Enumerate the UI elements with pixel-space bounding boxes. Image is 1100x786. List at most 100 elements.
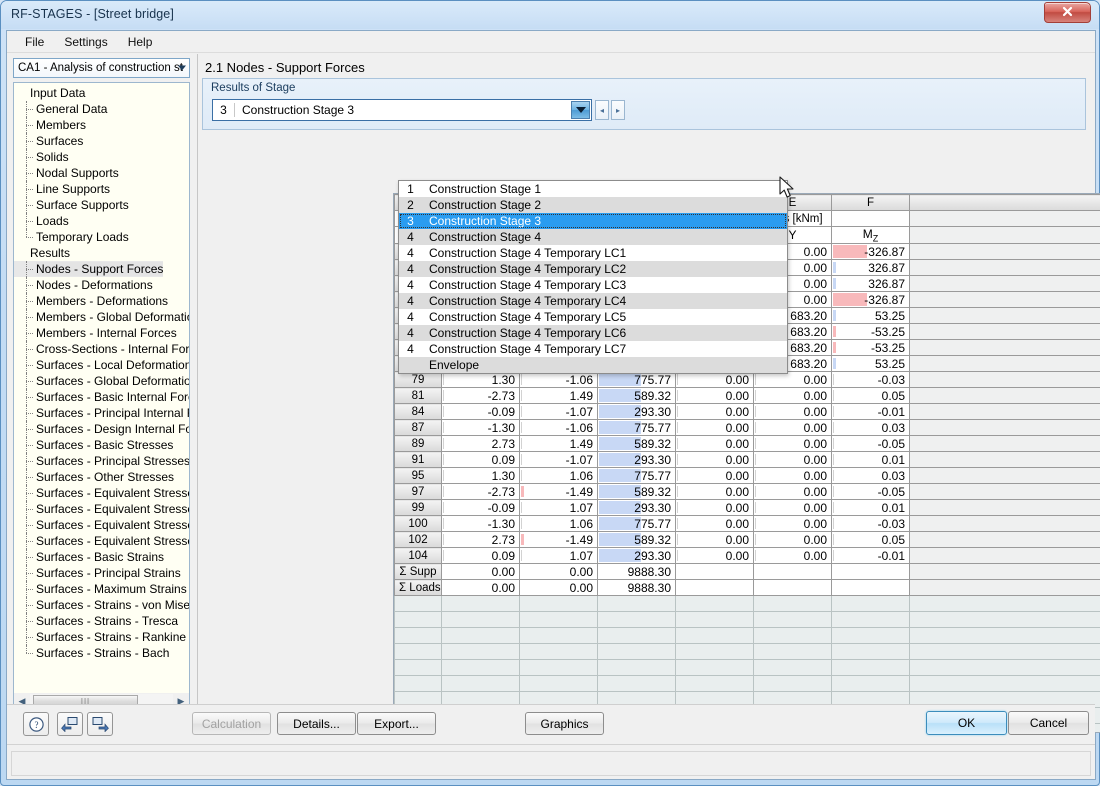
dropdown-item[interactable]: Envelope bbox=[399, 357, 787, 373]
tree-item-nodes-support-forces[interactable]: Nodes - Support Forces bbox=[14, 261, 164, 277]
menu-settings[interactable]: Settings bbox=[54, 33, 117, 51]
dropdown-item[interactable]: 4 Construction Stage 4 Temporary LC3 bbox=[399, 277, 787, 293]
grid-empty-cell[interactable] bbox=[441, 595, 520, 613]
grid-empty-cell[interactable] bbox=[597, 659, 676, 677]
grid-cell[interactable]: 0.09 bbox=[441, 451, 520, 469]
tree-item-surfaces-equivalent-stresses[interactable]: Surfaces - Equivalent Stresses bbox=[14, 533, 189, 549]
grid-cell[interactable]: 0.00 bbox=[519, 579, 598, 597]
row-header[interactable]: 84 bbox=[394, 403, 442, 421]
grid-cell[interactable]: -1.49 bbox=[519, 483, 598, 501]
grid-cell[interactable]: 293.30 bbox=[597, 499, 676, 517]
stage-combo-dropdown-button[interactable] bbox=[571, 101, 590, 119]
grid-empty-cell[interactable] bbox=[909, 611, 1100, 629]
table-empty-row[interactable] bbox=[394, 643, 1100, 661]
table-row[interactable]: 81 -2.73 1.49 589.32 0.00 0.00 0.05 bbox=[394, 387, 1100, 405]
grid-cell[interactable]: -1.30 bbox=[441, 419, 520, 437]
tree-group-results[interactable]: Results bbox=[14, 245, 189, 261]
grid-empty-cell[interactable] bbox=[675, 595, 754, 613]
table-row[interactable]: 100 -1.30 1.06 775.77 0.00 0.00 -0.03 bbox=[394, 515, 1100, 533]
grid-cell[interactable]: -1.30 bbox=[441, 515, 520, 533]
tree-item-cross-sections-internal-forces[interactable]: Cross-Sections - Internal Forces bbox=[14, 341, 189, 357]
table-empty-row[interactable] bbox=[394, 595, 1100, 613]
table-row[interactable]: 95 1.30 1.06 775.77 0.00 0.00 0.03 bbox=[394, 467, 1100, 485]
grid-empty-cell[interactable] bbox=[394, 675, 442, 693]
grid-cell[interactable]: -326.87 bbox=[831, 243, 910, 261]
tree-item-members[interactable]: Members bbox=[14, 117, 189, 133]
grid-empty-cell[interactable] bbox=[519, 659, 598, 677]
dropdown-item[interactable]: 3 Construction Stage 3 bbox=[399, 213, 787, 229]
grid-cell[interactable]: 1.49 bbox=[519, 387, 598, 405]
grid-cell[interactable]: 0.00 bbox=[753, 515, 832, 533]
row-header[interactable]: 89 bbox=[394, 435, 442, 453]
tree-item-surfaces-strains-rankine[interactable]: Surfaces - Strains - Rankine bbox=[14, 629, 189, 645]
grid-cell[interactable]: -0.05 bbox=[831, 483, 910, 501]
grid-cell[interactable]: 589.32 bbox=[597, 483, 676, 501]
analysis-case-combo[interactable]: CA1 - Analysis of construction st bbox=[13, 58, 190, 78]
grid-empty-cell[interactable] bbox=[753, 643, 832, 661]
row-header[interactable]: 79 bbox=[394, 371, 442, 389]
ok-button[interactable]: OK bbox=[926, 711, 1007, 735]
row-header[interactable]: 100 bbox=[394, 515, 442, 533]
row-header[interactable]: 102 bbox=[394, 531, 442, 549]
col-letter-f[interactable]: F bbox=[831, 194, 910, 211]
tree-item-surfaces-global-deformations[interactable]: Surfaces - Global Deformations bbox=[14, 373, 189, 389]
grid-cell[interactable]: -0.09 bbox=[441, 403, 520, 421]
row-header[interactable]: 87 bbox=[394, 419, 442, 437]
grid-cell[interactable]: 0.00 bbox=[753, 499, 832, 517]
grid-empty-cell[interactable] bbox=[519, 643, 598, 661]
grid-cell[interactable] bbox=[753, 563, 832, 581]
grid-cell[interactable]: 0.05 bbox=[831, 531, 910, 549]
tree-item-surface-supports[interactable]: Surface Supports bbox=[14, 197, 189, 213]
grid-empty-cell[interactable] bbox=[675, 627, 754, 645]
grid-empty-cell[interactable] bbox=[909, 595, 1100, 613]
row-header[interactable]: Σ Loads bbox=[394, 579, 442, 597]
next-view-button[interactable] bbox=[87, 712, 113, 736]
grid-empty-cell[interactable] bbox=[394, 595, 442, 613]
grid-empty-cell[interactable] bbox=[831, 675, 910, 693]
grid-cell[interactable]: 53.25 bbox=[831, 355, 910, 373]
dropdown-item[interactable]: 4 Construction Stage 4 Temporary LC6 bbox=[399, 325, 787, 341]
tree-item-surfaces-basic-strains[interactable]: Surfaces - Basic Strains bbox=[14, 549, 189, 565]
grid-cell[interactable]: -326.87 bbox=[831, 291, 910, 309]
grid-cell[interactable]: 326.87 bbox=[831, 259, 910, 277]
tree-item-members-global-deformations[interactable]: Members - Global Deformations bbox=[14, 309, 189, 325]
grid-cell[interactable]: 0.00 bbox=[753, 547, 832, 565]
cancel-button[interactable]: Cancel bbox=[1008, 711, 1089, 735]
dropdown-item[interactable]: 4 Construction Stage 4 Temporary LC2 bbox=[399, 261, 787, 277]
grid-cell[interactable]: 0.09 bbox=[441, 547, 520, 565]
grid-empty-cell[interactable] bbox=[831, 595, 910, 613]
grid-cell[interactable]: 0.00 bbox=[675, 547, 754, 565]
grid-cell[interactable]: -1.07 bbox=[519, 451, 598, 469]
grid-cell[interactable]: 0.00 bbox=[753, 531, 832, 549]
tree-item-surfaces-strains-bach[interactable]: Surfaces - Strains - Bach bbox=[14, 645, 189, 661]
previous-view-button[interactable] bbox=[57, 712, 83, 736]
grid-empty-cell[interactable] bbox=[753, 659, 832, 677]
grid-cell[interactable]: -53.25 bbox=[831, 323, 910, 341]
grid-cell[interactable]: 0.00 bbox=[675, 435, 754, 453]
grid-empty-cell[interactable] bbox=[675, 659, 754, 677]
grid-cell[interactable]: 0.00 bbox=[675, 515, 754, 533]
tree-item-surfaces-principal-strains[interactable]: Surfaces - Principal Strains bbox=[14, 565, 189, 581]
tree-item-surfaces-equivalent-stresses[interactable]: Surfaces - Equivalent Stresses bbox=[14, 485, 189, 501]
tree-item-nodal-supports[interactable]: Nodal Supports bbox=[14, 165, 189, 181]
table-empty-row[interactable] bbox=[394, 627, 1100, 645]
help-button[interactable]: ? bbox=[23, 712, 49, 736]
navigator-tree[interactable]: Input Data General Data Members Surfaces Sol… bbox=[13, 82, 190, 714]
grid-cell[interactable]: 0.00 bbox=[675, 403, 754, 421]
grid-cell[interactable]: -2.73 bbox=[441, 387, 520, 405]
row-header[interactable]: 104 bbox=[394, 547, 442, 565]
grid-cell[interactable]: 9888.30 bbox=[597, 563, 676, 581]
grid-cell[interactable]: 0.00 bbox=[753, 451, 832, 469]
row-header[interactable]: 91 bbox=[394, 451, 442, 469]
close-window-button[interactable] bbox=[1044, 2, 1091, 23]
grid-cell[interactable]: -0.01 bbox=[831, 547, 910, 565]
grid-cell[interactable]: 2.73 bbox=[441, 531, 520, 549]
grid-empty-cell[interactable] bbox=[597, 643, 676, 661]
grid-cell[interactable]: 0.00 bbox=[675, 467, 754, 485]
grid-cell[interactable]: 1.49 bbox=[519, 435, 598, 453]
grid-empty-cell[interactable] bbox=[597, 595, 676, 613]
grid-cell[interactable]: 1.30 bbox=[441, 467, 520, 485]
tree-item-surfaces-principal-internal-for[interactable]: Surfaces - Principal Internal For bbox=[14, 405, 189, 421]
details-button[interactable]: Details... bbox=[277, 712, 356, 735]
table-empty-row[interactable] bbox=[394, 675, 1100, 693]
